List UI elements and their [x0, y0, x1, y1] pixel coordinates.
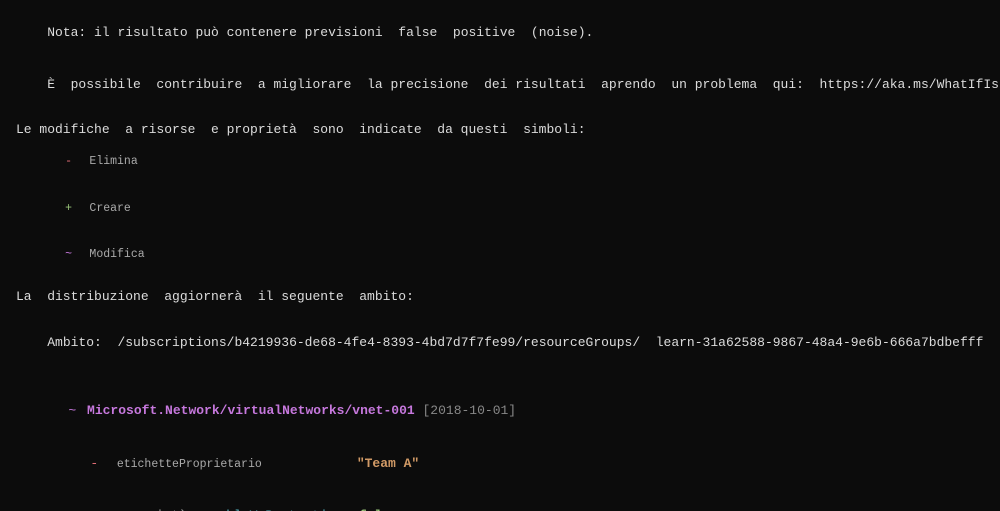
note-text: il risultato può contenere previsioni fa…	[86, 25, 593, 40]
legend-delete-label: Elimina	[89, 155, 137, 168]
legend-title: Le modifiche a risorse e proprietà sono …	[16, 121, 988, 139]
tilde-icon: ~	[62, 247, 76, 263]
tag-label: etichetteProprietario	[117, 457, 357, 473]
tag-row: - etichetteProprietario"Team A"	[16, 437, 988, 490]
legend-create-label: Creare	[89, 202, 130, 215]
scope-sub: /subscriptions/b4219936-de68-4fe4-8393-4…	[117, 335, 640, 350]
scope-prefix: Ambito:	[47, 335, 117, 350]
enable-vm-row: + proprietà .enableVmProtection: false	[16, 490, 988, 511]
legend-modify: ~ Modifica	[16, 232, 988, 279]
resource-type: Microsoft.Network/virtualNetworks/vnet-0…	[87, 403, 415, 418]
terminal-output: Nota: il risultato può contenere previsi…	[0, 0, 1000, 511]
enable-vm-op-icon: +	[87, 507, 101, 511]
contribute-link[interactable]: https://aka.ms/WhatIfIssues	[820, 77, 1000, 92]
scope-title: La distribuzione aggiornerà il seguente …	[16, 288, 988, 306]
contribute-text: È possibile contribuire a migliorare la …	[47, 77, 819, 92]
resource-api-version: [2018-10-01]	[415, 403, 516, 418]
resource-header: ~ Microsoft.Network/virtualNetworks/vnet…	[16, 385, 988, 438]
note-line: Nota: il risultato può contenere previsi…	[16, 6, 988, 59]
note-prefix: Nota:	[47, 25, 86, 40]
legend-create: + Creare	[16, 185, 988, 232]
legend-modify-label: Modifica	[89, 248, 144, 261]
plus-icon: +	[62, 201, 76, 217]
enable-vm-label: proprietà .	[117, 507, 203, 511]
scope-rg: learn-31a62588-9867-48a4-9e6b-666a7bdbef…	[640, 335, 983, 350]
minus-icon: -	[62, 154, 76, 170]
contribute-line: È possibile contribuire a migliorare la …	[16, 59, 988, 112]
legend-delete: - Elimina	[16, 139, 988, 186]
scope-line: Ambito: /subscriptions/b4219936-de68-4fe…	[16, 316, 988, 369]
tag-op-icon: -	[87, 455, 101, 473]
resource-op-icon: ~	[65, 402, 79, 420]
tag-value: "Team A"	[357, 456, 419, 471]
